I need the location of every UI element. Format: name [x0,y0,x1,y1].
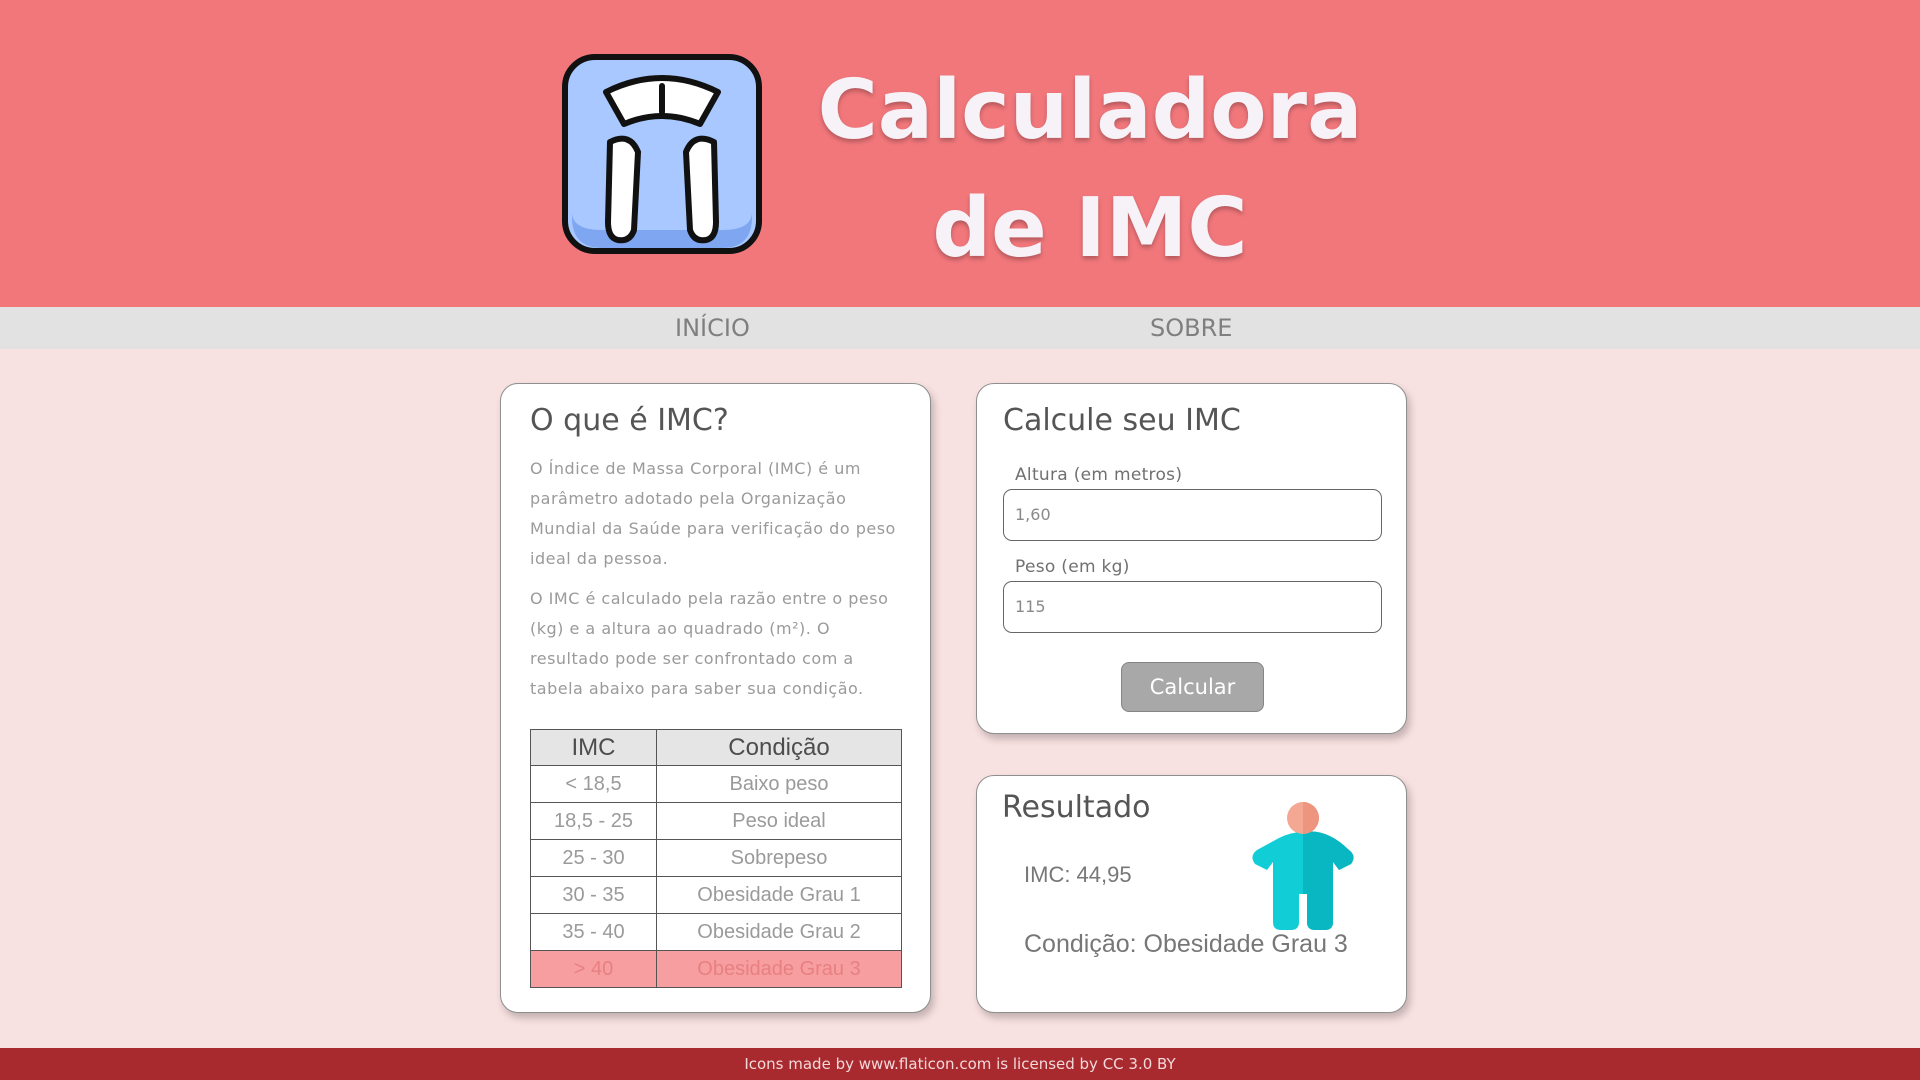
result-imc: IMC: 44,95 [1024,862,1132,887]
obese-person-icon [1252,802,1354,930]
calculator-title: Calcule seu IMC [1003,403,1241,438]
title-line-2: de IMC [932,181,1248,276]
nav-bar: INÍCIO SOBRE [0,307,1920,349]
table-cell-condition: Obesidade Grau 3 [656,950,902,988]
weight-input[interactable]: 115 [1003,581,1382,633]
table-cell-imc: > 40 [530,950,657,988]
table-header-imc: IMC [530,729,657,766]
page-title: Calculadora de IMC [780,52,1400,288]
calculator-card: Calcule seu IMC Altura (em metros) 1,60 … [976,383,1407,734]
table-cell-condition: Peso ideal [656,802,902,840]
info-paragraph-1: O Índice de Massa Corporal (IMC) é um pa… [530,459,896,568]
table-cell-imc: < 18,5 [530,765,657,803]
calculate-button[interactable]: Calcular [1121,662,1264,712]
table-row: 30 - 35 Obesidade Grau 1 [530,876,902,914]
table-cell-imc: 30 - 35 [530,876,657,914]
table-cell-imc: 18,5 - 25 [530,802,657,840]
info-title: O que é IMC? [530,403,729,438]
bathroom-scale-icon [562,54,762,254]
table-row: 35 - 40 Obesidade Grau 2 [530,913,902,951]
nav-item-inicio[interactable]: INÍCIO [675,307,750,349]
header: Calculadora de IMC [0,0,1920,307]
title-line-1: Calculadora [817,63,1363,158]
table-cell-condition: Obesidade Grau 2 [656,913,902,951]
table-row: 18,5 - 25 Peso ideal [530,802,902,840]
table-row: < 18,5 Baixo peso [530,765,902,803]
weight-label: Peso (em kg) [1015,557,1130,577]
height-input[interactable]: 1,60 [1003,489,1382,541]
table-header-row: IMC Condição [530,729,902,766]
table-cell-condition: Baixo peso [656,765,902,803]
result-card: Resultado IMC: 44,95 Condição: Obesidade… [976,775,1407,1013]
imc-table: IMC Condição < 18,5 Baixo peso 18,5 - 25… [530,729,902,988]
result-condition: Condição: Obesidade Grau 3 [1024,930,1348,958]
table-cell-condition: Obesidade Grau 1 [656,876,902,914]
table-header-condicao: Condição [656,729,902,766]
footer: Icons made by www.flaticon.com is licens… [0,1048,1920,1080]
table-cell-imc: 35 - 40 [530,913,657,951]
table-row-highlighted: > 40 Obesidade Grau 3 [530,950,902,988]
result-title: Resultado [1002,790,1151,825]
table-cell-imc: 25 - 30 [530,839,657,877]
info-card: O que é IMC? O Índice de Massa Corporal … [500,383,931,1013]
height-label: Altura (em metros) [1015,465,1183,485]
info-paragraph-2: O IMC é calculado pela razão entre o pes… [530,589,889,698]
table-row: 25 - 30 Sobrepeso [530,839,902,877]
table-cell-condition: Sobrepeso [656,839,902,877]
nav-item-sobre[interactable]: SOBRE [1150,307,1232,349]
